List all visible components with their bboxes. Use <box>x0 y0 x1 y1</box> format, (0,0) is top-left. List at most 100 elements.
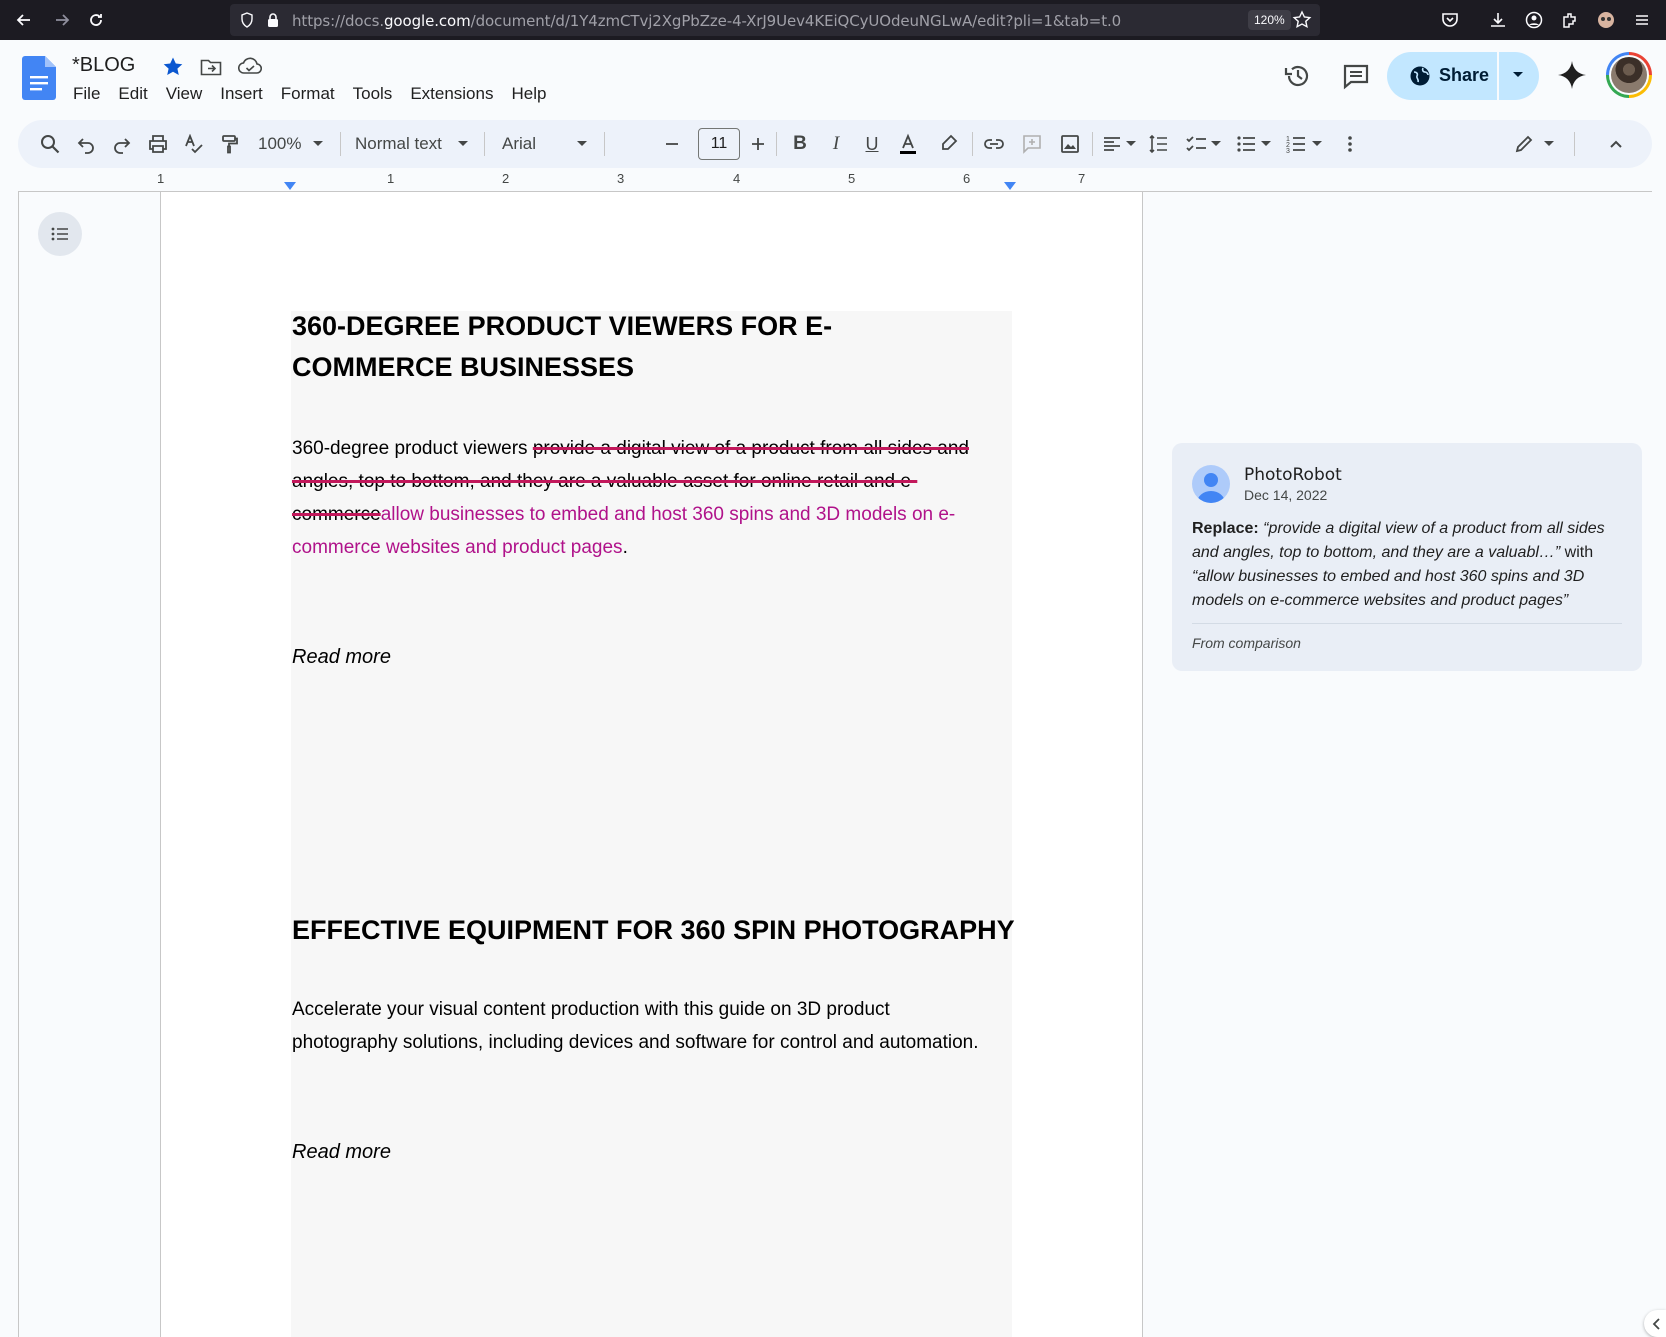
bookmark-star-icon[interactable] <box>1292 10 1312 30</box>
reload-icon[interactable] <box>80 4 112 36</box>
menu-insert[interactable]: Insert <box>211 83 272 107</box>
ruler-number: 2 <box>502 171 510 186</box>
document-outline-button[interactable] <box>38 212 82 256</box>
bullet-caret-icon[interactable] <box>1261 141 1271 146</box>
suggestion-author: PhotoRobot <box>1244 465 1342 485</box>
undo-icon[interactable] <box>74 132 98 156</box>
spellcheck-icon[interactable] <box>182 132 206 156</box>
comments-icon[interactable] <box>1340 60 1372 92</box>
add-comment-icon[interactable] <box>1020 132 1044 156</box>
menu-tools[interactable]: Tools <box>344 83 402 107</box>
more-options-icon[interactable] <box>1338 132 1362 156</box>
underline-icon[interactable]: U <box>860 132 884 156</box>
numbered-list-icon[interactable]: 123 <box>1284 132 1308 156</box>
ruler-number: 1 <box>157 171 165 186</box>
document-title[interactable]: *BLOG <box>72 54 135 77</box>
zoom-caret-icon[interactable] <box>313 141 323 146</box>
mode-caret-icon[interactable] <box>1544 141 1554 146</box>
ruler-number: 3 <box>617 171 625 186</box>
suggestion-divider <box>1192 623 1622 624</box>
suggestion-date: Dec 14, 2022 <box>1244 487 1328 503</box>
right-indent-marker[interactable] <box>1004 182 1016 190</box>
style-select[interactable]: Normal text <box>355 132 442 156</box>
shield-icon[interactable] <box>240 12 254 28</box>
numbered-caret-icon[interactable] <box>1312 141 1322 146</box>
menu-file[interactable]: File <box>64 83 109 107</box>
heading-equipment[interactable]: EFFECTIVE EQUIPMENT FOR 360 SPIN PHOTOGR… <box>292 910 1015 951</box>
collapse-menus-icon[interactable] <box>1604 132 1628 156</box>
suggestion-source: From comparison <box>1192 635 1301 651</box>
extensions-icon[interactable] <box>1558 8 1582 32</box>
share-label: Share <box>1439 65 1490 85</box>
text-color-icon[interactable] <box>896 132 920 156</box>
paragraph-product-viewers[interactable]: 360-degree product viewers provide a dig… <box>292 432 992 564</box>
menu-extensions[interactable]: Extensions <box>401 83 502 107</box>
chevron-left-icon <box>1652 1318 1660 1330</box>
font-select[interactable]: Arial <box>502 132 536 156</box>
menu-help[interactable]: Help <box>502 83 555 107</box>
style-caret-icon[interactable] <box>458 141 468 146</box>
url-text[interactable]: https://docs.google.com/document/d/1Y4zm… <box>292 12 1121 30</box>
share-dropdown-button[interactable] <box>1499 52 1539 100</box>
share-button[interactable]: Share <box>1387 52 1497 100</box>
toolbar-divider <box>340 132 341 156</box>
line-spacing-icon[interactable] <box>1146 132 1170 156</box>
align-caret-icon[interactable] <box>1126 141 1136 146</box>
decrease-font-size-icon[interactable] <box>660 132 684 156</box>
paragraph-equipment[interactable]: Accelerate your visual content productio… <box>292 993 982 1059</box>
ruler-number: 5 <box>848 171 856 186</box>
redo-icon[interactable] <box>110 132 134 156</box>
align-left-icon[interactable] <box>1100 132 1124 156</box>
search-icon[interactable] <box>38 132 62 156</box>
user-avatar[interactable] <box>1606 52 1652 98</box>
editing-toolbar: 100% Normal text Arial 11 B I U 123 <box>18 120 1652 168</box>
docs-header: *BLOG File Edit View Insert Format Tools… <box>0 40 1666 116</box>
highlight-color-icon[interactable] <box>936 132 960 156</box>
download-icon[interactable] <box>1486 8 1510 32</box>
svg-text:3: 3 <box>1286 148 1290 154</box>
docs-logo-icon[interactable] <box>22 56 56 100</box>
menu-view[interactable]: View <box>157 83 212 107</box>
paint-format-icon[interactable] <box>218 132 242 156</box>
star-icon[interactable] <box>162 56 184 78</box>
ruler-number: 1 <box>387 171 395 186</box>
bold-icon[interactable]: B <box>788 132 812 156</box>
left-indent-marker[interactable] <box>284 182 296 190</box>
italic-icon[interactable]: I <box>824 132 848 156</box>
checklist-icon[interactable] <box>1184 132 1208 156</box>
gemini-icon[interactable] <box>1555 58 1589 92</box>
forward-icon[interactable] <box>46 4 78 36</box>
insert-image-icon[interactable] <box>1058 132 1082 156</box>
checklist-caret-icon[interactable] <box>1211 141 1221 146</box>
print-icon[interactable] <box>146 132 170 156</box>
increase-font-size-icon[interactable] <box>746 132 770 156</box>
lock-icon[interactable] <box>266 12 280 28</box>
font-size-input[interactable]: 11 <box>698 128 740 160</box>
suggestion-action: Replace: <box>1192 520 1259 537</box>
menu-edit[interactable]: Edit <box>109 83 156 107</box>
bulleted-list-icon[interactable] <box>1234 132 1258 156</box>
account-icon[interactable] <box>1522 8 1546 32</box>
url-bar[interactable]: https://docs.google.com/document/d/1Y4zm… <box>230 4 1320 36</box>
toolbar-divider <box>484 132 485 156</box>
read-more-link[interactable]: Read more <box>292 1141 391 1164</box>
menu-icon[interactable] <box>1630 8 1654 32</box>
back-icon[interactable] <box>8 4 40 36</box>
read-more-link[interactable]: Read more <box>292 646 391 669</box>
side-panel-toggle[interactable] <box>1644 1310 1666 1337</box>
version-history-icon[interactable] <box>1282 60 1314 92</box>
heading-product-viewers[interactable]: 360-DEGREE PRODUCT VIEWERS FOR E-COMMERC… <box>292 306 992 388</box>
paragraph-text: 360-degree product viewers <box>292 438 533 459</box>
zoom-badge[interactable]: 120% <box>1248 10 1291 30</box>
profile-icon[interactable] <box>1594 8 1618 32</box>
menu-format[interactable]: Format <box>272 83 344 107</box>
suggestion-card[interactable]: PhotoRobot Dec 14, 2022 Replace: “provid… <box>1172 443 1642 671</box>
editing-mode-icon[interactable] <box>1512 132 1536 156</box>
move-folder-icon[interactable] <box>200 57 222 77</box>
link-icon[interactable] <box>982 132 1006 156</box>
cloud-saved-icon[interactable] <box>238 57 262 77</box>
pocket-icon[interactable] <box>1438 8 1462 32</box>
font-caret-icon[interactable] <box>577 141 587 146</box>
menu-bar: File Edit View Insert Format Tools Exten… <box>64 83 555 107</box>
zoom-select[interactable]: 100% <box>258 132 301 156</box>
